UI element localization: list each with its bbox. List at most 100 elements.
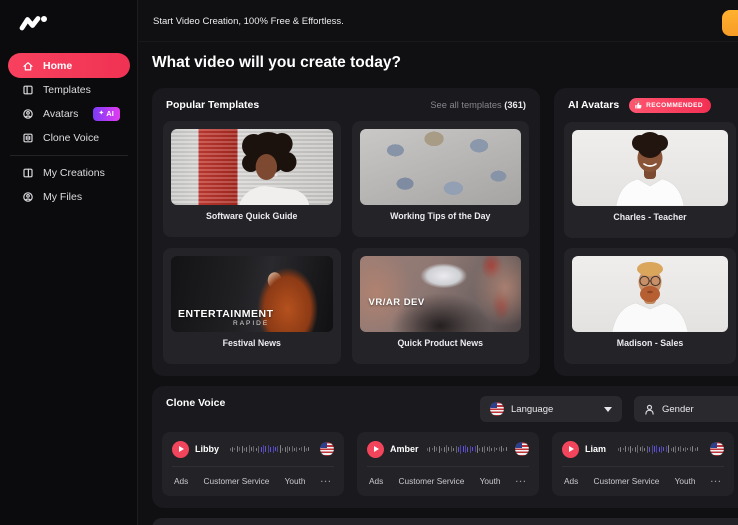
ai-badge: ✦AI [93, 107, 119, 121]
logo-wave-icon [17, 21, 49, 38]
app-window: Home Templates Avatars ✦AI Clone Voice [0, 0, 738, 525]
avatar-thumbnail [572, 256, 728, 332]
sidebar-item-home[interactable]: Home [8, 53, 130, 78]
voice-tag[interactable]: Ads [564, 476, 578, 486]
equalizer-icon [22, 132, 34, 144]
thumbs-up-icon [634, 101, 643, 110]
recommended-badge-label: RECOMMENDED [646, 102, 703, 109]
voice-name: Libby [195, 444, 219, 454]
template-card-label: Quick Product News [356, 338, 526, 348]
avatar-card-charles[interactable]: Charles - Teacher [564, 122, 736, 238]
sidebar-item-label: Clone Voice [43, 132, 99, 144]
more-tags-button[interactable]: ··· [516, 476, 527, 486]
app-logo[interactable] [17, 12, 49, 34]
voice-card-libby: Libby Ads Customer Service Youth ··· [162, 432, 344, 496]
template-card-software-quick-guide[interactable]: Software Quick Guide [163, 121, 341, 237]
voice-card-top-row: Liam [552, 432, 734, 466]
voice-tags: Ads Customer Service Youth ··· [357, 467, 539, 495]
voice-tag[interactable]: Customer Service [203, 476, 269, 486]
voice-tag[interactable]: Ads [174, 476, 188, 486]
ai-avatars-header: AI Avatars RECOMMENDED [554, 88, 738, 122]
see-all-templates-link[interactable]: See all templates (361) [430, 100, 526, 110]
creations-icon [22, 167, 34, 179]
sidebar-item-label: Avatars [43, 108, 78, 120]
templates-icon [22, 84, 34, 96]
thumbnail-overlay-subtext: RAPIDE [233, 320, 269, 327]
cta-button[interactable] [722, 10, 738, 36]
voice-tag[interactable]: Youth [285, 476, 306, 486]
sidebar-item-clone-voice[interactable]: Clone Voice [8, 125, 130, 150]
clone-voice-title: Clone Voice [166, 397, 225, 409]
files-person-icon [22, 191, 34, 203]
more-tags-button[interactable]: ··· [321, 476, 332, 486]
madison-avatar-illustration [572, 256, 728, 332]
template-card-quick-product-news[interactable]: VR/AR DEV Quick Product News [352, 248, 530, 364]
voice-name: Amber [390, 444, 419, 454]
popular-templates-panel: Popular Templates See all templates (361… [152, 88, 540, 376]
sidebar-item-label: Home [43, 60, 72, 72]
sparkle-icon: ✦ [98, 110, 104, 117]
play-icon [374, 446, 379, 452]
woman-portrait-illustration [171, 129, 333, 205]
language-dropdown-label: Language [511, 404, 553, 415]
us-flag-icon [490, 402, 504, 416]
sidebar-item-templates[interactable]: Templates [8, 77, 130, 102]
sidebar-item-label: Templates [43, 84, 91, 96]
avatar-card-madison[interactable]: Madison - Sales [564, 248, 736, 364]
more-tags-button[interactable]: ··· [711, 476, 722, 486]
voice-tag[interactable]: Youth [675, 476, 696, 486]
clone-voice-panel: Clone Voice Language Gender Libby Ads Cu… [152, 386, 738, 508]
avatar-person-icon [22, 108, 34, 120]
sidebar-item-label: My Creations [43, 167, 105, 179]
ai-avatars-title: AI Avatars [568, 99, 619, 111]
sidebar-item-my-creations[interactable]: My Creations [8, 160, 130, 185]
chevron-down-icon [604, 407, 612, 412]
us-flag-icon [515, 442, 529, 456]
sidebar-item-my-files[interactable]: My Files [8, 184, 130, 209]
voice-waveform[interactable] [612, 442, 704, 456]
ai-badge-label: AI [106, 109, 114, 118]
voice-waveform[interactable] [225, 442, 314, 456]
voice-tags: Ads Customer Service Youth ··· [552, 467, 734, 495]
thumbnail-overlay-text: VR/AR DEV [369, 297, 425, 308]
voice-name: Liam [585, 444, 606, 454]
voice-tag[interactable]: Customer Service [398, 476, 464, 486]
gender-dropdown-label: Gender [662, 404, 694, 415]
voice-tag[interactable]: Customer Service [593, 476, 659, 486]
templates-grid: Software Quick Guide Working Tips of the… [163, 121, 529, 364]
voice-waveform[interactable] [425, 442, 509, 456]
sidebar-divider [10, 155, 128, 156]
avatar-card-label: Charles - Teacher [568, 212, 732, 222]
recommended-badge: RECOMMENDED [629, 98, 711, 113]
play-button[interactable] [172, 441, 189, 458]
template-card-label: Working Tips of the Day [356, 211, 526, 221]
template-thumbnail: VR/AR DEV [360, 256, 522, 332]
page-title: What video will you create today? [152, 54, 401, 72]
voice-card-top-row: Libby [162, 432, 344, 466]
template-card-festival-news[interactable]: ENTERTAINMENT RAPIDE Festival News [163, 248, 341, 364]
charles-avatar-illustration [572, 130, 728, 206]
template-card-working-tips[interactable]: Working Tips of the Day [352, 121, 530, 237]
topbar: Start Video Creation, 100% Free & Effort… [139, 0, 738, 42]
sidebar-item-avatars[interactable]: Avatars ✦AI [8, 101, 130, 126]
voice-tag[interactable]: Youth [480, 476, 501, 486]
sidebar: Home Templates Avatars ✦AI Clone Voice [0, 0, 138, 525]
us-flag-icon [710, 442, 724, 456]
voice-tag[interactable]: Ads [369, 476, 383, 486]
person-icon [644, 404, 655, 415]
play-icon [179, 446, 184, 452]
avatar-card-label: Madison - Sales [568, 338, 732, 348]
see-all-label: See all templates [430, 100, 501, 110]
play-button[interactable] [367, 441, 384, 458]
avatar-thumbnail [572, 130, 728, 206]
sidebar-item-label: My Files [43, 191, 82, 203]
play-button[interactable] [562, 441, 579, 458]
ai-avatars-panel: AI Avatars RECOMMENDED Charles - Te [554, 88, 738, 376]
language-dropdown[interactable]: Language [480, 396, 622, 422]
voice-card-amber: Amber Ads Customer Service Youth ··· [357, 432, 539, 496]
template-thumbnail [360, 129, 522, 205]
popular-templates-header: Popular Templates See all templates (361… [152, 88, 540, 122]
template-card-label: Software Quick Guide [167, 211, 337, 221]
voice-card-liam: Liam Ads Customer Service Youth ··· [552, 432, 734, 496]
gender-dropdown[interactable]: Gender [634, 396, 738, 422]
